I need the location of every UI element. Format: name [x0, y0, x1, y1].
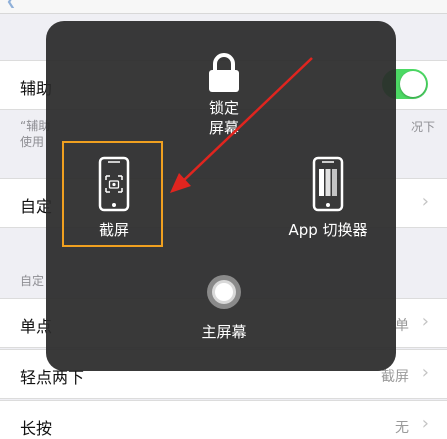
long-press-label: 长按 — [20, 419, 53, 438]
app-switcher-label: App 切换器 — [288, 221, 368, 239]
lock-screen-button[interactable]: 锁定 屏幕 — [186, 52, 262, 138]
chevron-right-icon: › — [421, 191, 429, 212]
long-press-row[interactable]: 长按 无 › — [0, 400, 447, 439]
nav-bar: ❮ — [0, 0, 447, 14]
back-chevron-icon[interactable]: ❮ — [6, 0, 16, 8]
long-press-value: 无 — [395, 420, 409, 436]
lock-icon — [209, 53, 239, 92]
app-switcher-button[interactable]: App 切换器 — [278, 156, 378, 240]
chevron-right-icon: › — [421, 413, 429, 434]
chevron-right-icon: › — [421, 311, 429, 332]
custom-actions-header: 自定 — [20, 274, 45, 288]
assistive-note-tail: 况下 — [410, 120, 435, 134]
screenshot-highlight-box — [62, 141, 163, 247]
home-label: 主屏幕 — [201, 323, 247, 341]
toggle-knob — [400, 71, 426, 97]
home-button[interactable]: 主屏幕 — [184, 272, 264, 342]
chevron-right-icon: › — [421, 362, 429, 383]
single-tap-value: 单 — [395, 318, 409, 334]
app-switcher-icon — [312, 156, 344, 212]
home-button-icon — [207, 275, 241, 309]
lock-screen-label-2: 屏幕 — [208, 119, 239, 137]
lock-screen-label-1: 锁定 — [208, 99, 239, 117]
